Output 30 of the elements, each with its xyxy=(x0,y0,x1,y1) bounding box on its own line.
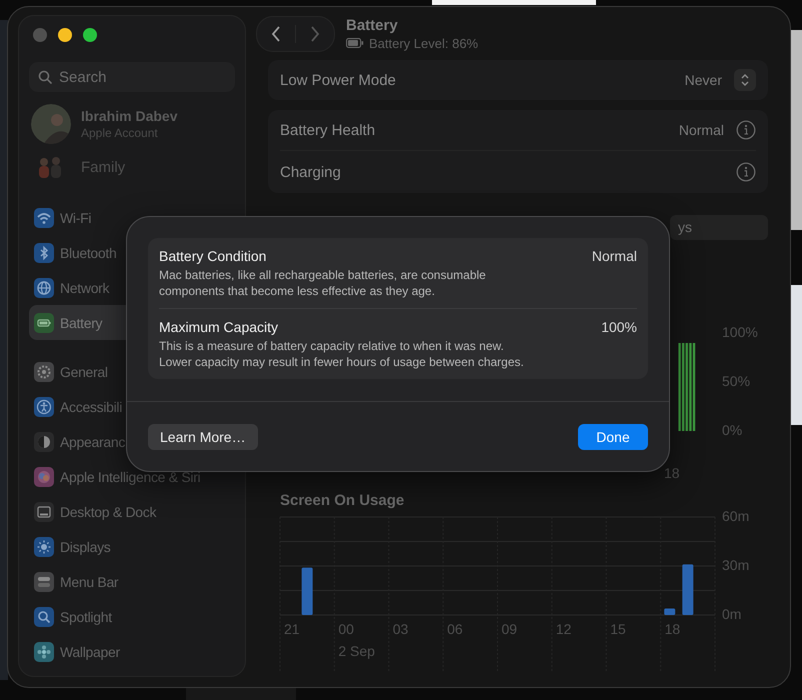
axis-label: 0m xyxy=(722,606,742,622)
section-title: Maximum Capacity xyxy=(159,319,278,335)
date-label: 2 Sep xyxy=(338,643,375,659)
axis-label: 0% xyxy=(722,422,742,438)
axis-label: 50% xyxy=(722,373,750,389)
account-name: Ibrahim Dabev xyxy=(81,108,178,124)
section-value: Normal xyxy=(592,248,637,264)
axis-label: 30m xyxy=(722,557,750,573)
section-value: 100% xyxy=(601,319,637,335)
battery-level-label: Battery Level: 86% xyxy=(369,36,478,50)
axis-label: 03 xyxy=(392,621,408,637)
axis-label: 21 xyxy=(284,621,300,637)
axis-label: 00 xyxy=(338,621,354,637)
setting-value: Never xyxy=(684,72,722,88)
setting-label: Battery Health xyxy=(280,122,376,138)
section-description: Mac batteries, like all rechargeable batteries, are consumable components that become less effective as they age. xyxy=(159,267,487,299)
axis-label: 60m xyxy=(722,509,750,524)
axis-label: 15 xyxy=(610,621,626,637)
setting-label: Low Power Mode xyxy=(280,72,396,88)
axis-label: 06 xyxy=(447,621,463,637)
setting-value: Normal xyxy=(678,122,724,138)
section-description: This is a measure of battery capacity relative to when it was new. Lower capacity may result in fewer hours of usage between charges. xyxy=(159,338,524,370)
chart-title: Screen On Usage xyxy=(279,492,406,509)
axis-label: 100% xyxy=(722,324,758,340)
axis-label: 18 xyxy=(664,621,680,637)
window-title: Battery xyxy=(346,16,399,34)
section-title: Battery Condition xyxy=(159,248,266,264)
setting-label: Charging xyxy=(280,164,341,180)
axis-label: 12 xyxy=(556,621,572,637)
axis-label: 09 xyxy=(502,621,518,637)
